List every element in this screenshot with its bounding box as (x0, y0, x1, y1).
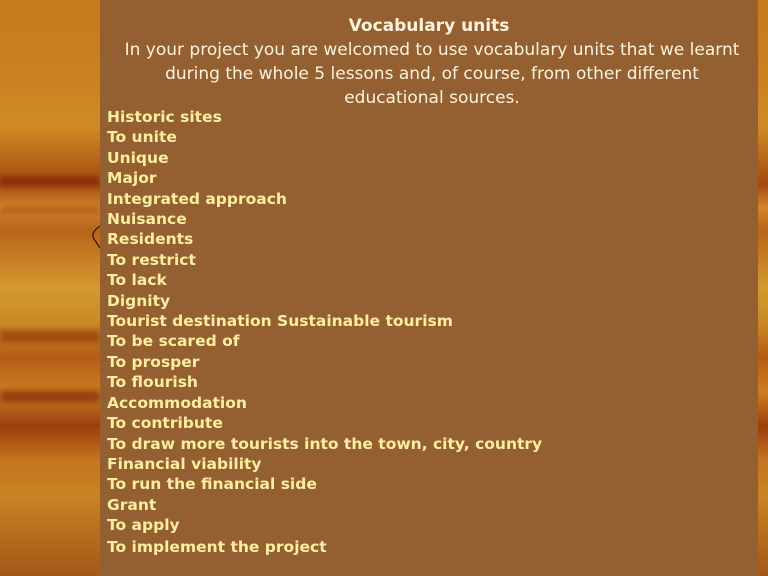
vocabulary-item: To lack (107, 271, 167, 290)
vocabulary-item: Nuisance (107, 210, 187, 229)
decorative-streak (0, 207, 100, 213)
vocabulary-item: To prosper (107, 352, 200, 371)
vocabulary-item: To contribute (107, 414, 223, 433)
vocabulary-item: To apply (107, 516, 180, 535)
vocabulary-item: Dignity (107, 291, 171, 310)
vocabulary-item: To draw more tourists into the town, cit… (107, 434, 543, 453)
vocabulary-item: Accommodation (107, 393, 247, 412)
vocabulary-item: To restrict (107, 250, 196, 269)
content-panel: Vocabulary units In your project you are… (100, 0, 758, 576)
vocabulary-list: Historic sites To unite Unique Major Int… (107, 107, 542, 557)
vocabulary-item: Historic sites (107, 108, 222, 126)
vocabulary-item: Financial viability (107, 454, 262, 473)
background-decoration-right (758, 0, 768, 576)
vocabulary-item: Major (107, 169, 157, 188)
vocabulary-item: Unique (107, 148, 169, 167)
decorative-streak (0, 330, 100, 342)
vocabulary-item: Tourist destination Sustainable tourism (107, 312, 453, 331)
vocabulary-item: Integrated approach (107, 189, 287, 208)
vocabulary-item: Residents (107, 230, 194, 249)
vocabulary-item: To be scared of (107, 332, 240, 351)
vocabulary-item: To run the financial side (107, 475, 317, 494)
background-decoration-left (0, 0, 100, 576)
vocabulary-item: To flourish (107, 373, 198, 392)
slide-title: Vocabulary units (348, 16, 510, 36)
decorative-streak (0, 176, 100, 186)
vocabulary-item: To implement the project (107, 537, 327, 556)
vocabulary-item: Grant (107, 495, 157, 514)
decorative-streak (0, 390, 100, 402)
vocabulary-item: To unite (107, 128, 177, 147)
intro-text: In your project you are welcomed to use … (124, 40, 740, 108)
